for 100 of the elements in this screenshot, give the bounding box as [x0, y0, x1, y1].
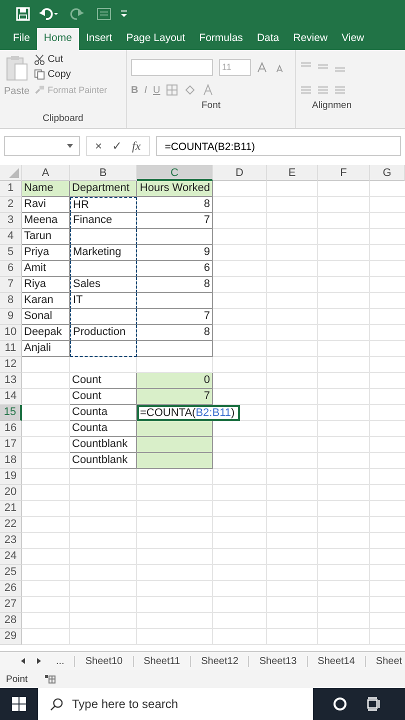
sheet-tab[interactable]: Sheet13 — [248, 656, 297, 666]
row-header[interactable]: 8 — [0, 293, 22, 309]
table-cell: Production — [70, 325, 137, 341]
table-cell: 7 — [137, 213, 213, 229]
cortana-icon[interactable] — [333, 697, 347, 711]
table-cell: Department — [70, 181, 137, 197]
row-header[interactable]: 5 — [0, 245, 22, 261]
table-cell: Meena — [22, 213, 70, 229]
ribbon-tab[interactable]: View — [334, 28, 372, 50]
row-header[interactable]: 19 — [0, 469, 22, 485]
column-header[interactable]: E — [267, 165, 318, 181]
save-icon[interactable] — [16, 7, 30, 21]
task-view-icon[interactable] — [367, 697, 381, 711]
row-header[interactable]: 21 — [0, 501, 22, 517]
grow-font-icon[interactable] — [257, 61, 269, 73]
table-cell: Finance — [70, 213, 137, 229]
sheet-tab[interactable]: Sheet — [364, 656, 402, 666]
row-header[interactable]: 9 — [0, 309, 22, 325]
copy-icon — [34, 69, 45, 80]
font-color-icon[interactable] — [202, 84, 214, 96]
ribbon-tab[interactable]: Home — [36, 28, 79, 50]
insert-function-button[interactable]: fx — [132, 138, 141, 154]
table-cell: Sonal — [22, 309, 70, 325]
table-cell: Name — [22, 181, 70, 197]
row-header[interactable]: 24 — [0, 549, 22, 565]
row-header[interactable]: 4 — [0, 229, 22, 245]
row-header[interactable]: 3 — [0, 213, 22, 229]
macro-icon[interactable] — [44, 674, 56, 684]
font-name-field[interactable] — [131, 58, 213, 76]
sheet-tab[interactable]: Sheet10 — [74, 656, 123, 666]
row-header[interactable]: 2 — [0, 197, 22, 213]
row-header[interactable]: 14 — [0, 389, 22, 405]
more-sheets-button[interactable]: ... — [56, 656, 64, 666]
row-header[interactable]: 27 — [0, 597, 22, 613]
row-header[interactable]: 11 — [0, 341, 22, 357]
table-cell: Karan — [22, 293, 70, 309]
align-icon[interactable] — [300, 84, 346, 96]
scissors-icon — [34, 54, 45, 65]
row-header[interactable]: 12 — [0, 357, 22, 373]
row-header[interactable]: 20 — [0, 485, 22, 501]
enter-button[interactable]: ✓ — [112, 139, 122, 153]
group-label: Clipboard — [42, 113, 84, 126]
row-header[interactable]: 23 — [0, 533, 22, 549]
row-header[interactable]: 26 — [0, 581, 22, 597]
column-header[interactable]: F — [318, 165, 370, 181]
row-header[interactable]: 15 — [0, 405, 22, 421]
ribbon-tab[interactable]: Formulas — [192, 28, 250, 50]
copy-button[interactable]: Copy — [34, 69, 108, 80]
table-cell: Sales — [70, 277, 137, 293]
table-cell: Priya — [22, 245, 70, 261]
formula-field[interactable]: =COUNTA(B2:B11) — [156, 136, 401, 156]
row-header[interactable]: 25 — [0, 565, 22, 581]
row-header[interactable]: 1 — [0, 181, 22, 197]
column-header[interactable]: D — [213, 165, 267, 181]
table-cell: 6 — [137, 261, 213, 277]
form-icon — [97, 8, 111, 20]
table-cell: 8 — [137, 197, 213, 213]
align-icon[interactable] — [300, 61, 346, 73]
dropdown-icon — [67, 144, 73, 148]
table-cell: 8 — [137, 325, 213, 341]
cancel-button[interactable]: × — [95, 139, 102, 153]
row-header[interactable]: 17 — [0, 437, 22, 453]
column-header[interactable]: G — [370, 165, 405, 181]
table-cell: 9 — [137, 245, 213, 261]
active-cell[interactable]: =COUNTA(B2:B11) — [137, 405, 240, 421]
column-header[interactable]: B — [70, 165, 137, 181]
ribbon-tab[interactable]: Insert — [78, 28, 120, 50]
select-all-icon[interactable] — [9, 168, 19, 178]
table-cell: 7 — [137, 389, 213, 405]
row-header[interactable]: 29 — [0, 629, 22, 645]
search-field[interactable]: Type here to search — [38, 688, 313, 720]
column-header[interactable]: C — [137, 165, 213, 181]
fill-color-icon[interactable] — [184, 84, 196, 96]
row-header[interactable]: 22 — [0, 517, 22, 533]
column-header[interactable]: A — [22, 165, 70, 181]
row-header[interactable]: 10 — [0, 325, 22, 341]
sheet-tab[interactable]: Sheet14 — [306, 656, 355, 666]
row-header[interactable]: 6 — [0, 261, 22, 277]
customize-icon[interactable] — [120, 9, 128, 19]
name-box[interactable] — [4, 136, 80, 156]
borders-icon[interactable] — [166, 84, 178, 96]
row-header[interactable]: 18 — [0, 453, 22, 469]
table-cell: 0 — [137, 373, 213, 389]
undo-icon[interactable] — [39, 7, 59, 21]
table-cell: Amit — [22, 261, 70, 277]
cut-button[interactable]: Cut — [34, 54, 108, 65]
row-header[interactable]: 16 — [0, 421, 22, 437]
row-header[interactable]: 28 — [0, 613, 22, 629]
ribbon-tab[interactable]: Data — [250, 28, 286, 50]
ribbon-tab[interactable]: Page Layout — [119, 28, 192, 50]
row-header[interactable]: 13 — [0, 373, 22, 389]
ribbon-tab[interactable]: Review — [286, 28, 335, 50]
search-icon — [50, 698, 63, 711]
ribbon-tab[interactable]: File — [6, 28, 37, 50]
sheet-tab[interactable]: Sheet11 — [132, 656, 180, 666]
sheet-tab[interactable]: Sheet12 — [190, 656, 238, 666]
row-header[interactable]: 7 — [0, 277, 22, 293]
scroll-right-icon[interactable] — [36, 658, 42, 664]
table-cell: Riya — [22, 277, 70, 293]
scroll-left-icon[interactable] — [20, 658, 26, 664]
